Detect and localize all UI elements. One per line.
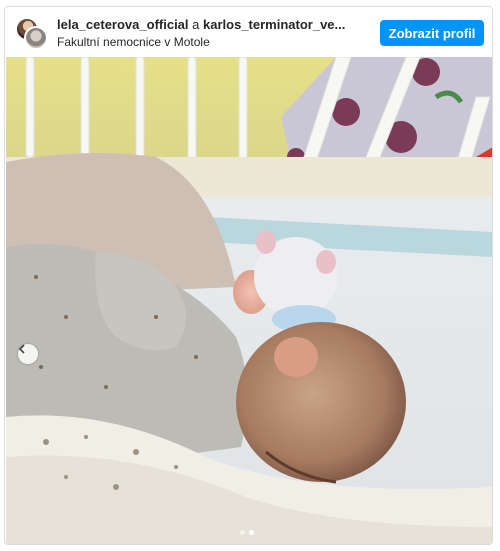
author-connector: a	[192, 17, 200, 32]
instagram-embed-card: lela_ceterova_official a karlos_terminat…	[4, 6, 493, 545]
location-link[interactable]: Fakultní nemocnice v Motole	[57, 35, 210, 49]
chevron-left-icon	[18, 344, 25, 354]
post-header: lela_ceterova_official a karlos_terminat…	[5, 7, 492, 57]
carousel-dot-active	[249, 530, 254, 535]
baby-photo-illustration	[6, 57, 492, 544]
author-link-2[interactable]: karlos_terminator_ve...	[203, 17, 345, 32]
carousel-dot	[240, 530, 245, 535]
view-profile-button[interactable]: Zobrazit profil	[380, 20, 484, 46]
avatar-user2[interactable]	[24, 26, 48, 50]
avatar-group[interactable]	[15, 17, 49, 51]
carousel-indicator	[240, 530, 254, 535]
post-photo[interactable]	[6, 57, 492, 544]
author-link-1[interactable]: lela_ceterova_official	[57, 17, 189, 32]
carousel-prev-button[interactable]	[18, 344, 38, 364]
post-authors: lela_ceterova_official a karlos_terminat…	[57, 17, 345, 32]
